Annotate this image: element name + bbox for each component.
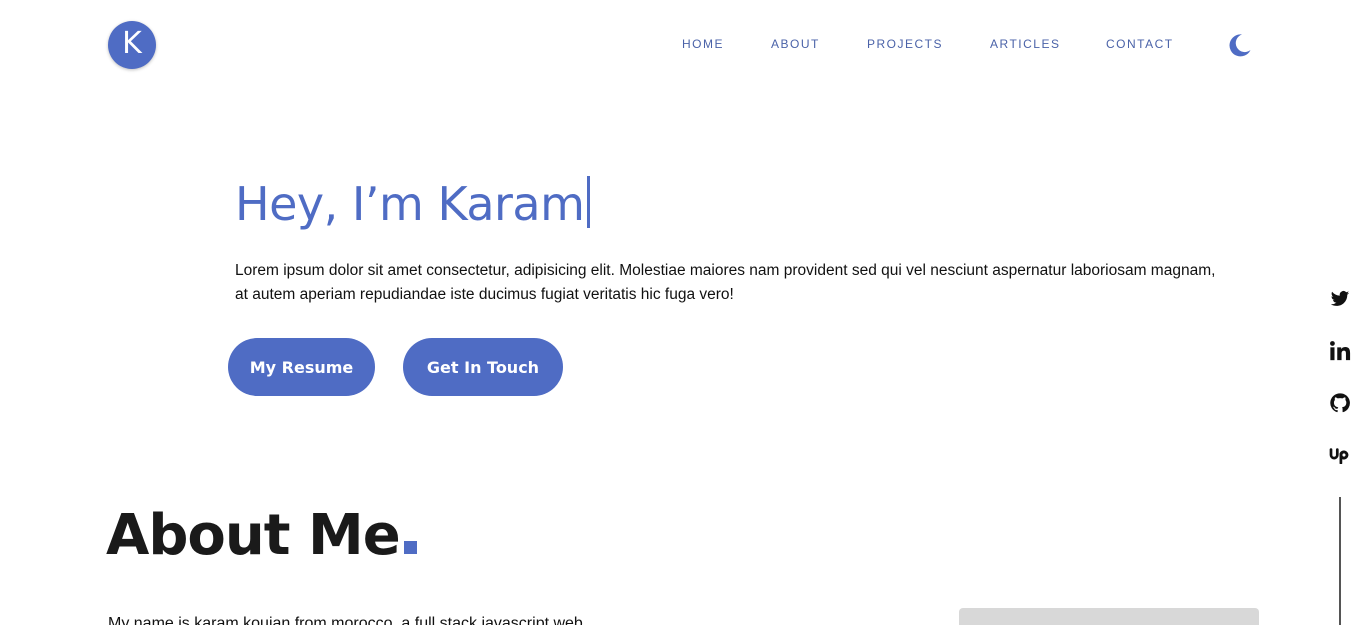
- linkedin-icon[interactable]: [1327, 338, 1353, 364]
- resume-button[interactable]: My Resume: [228, 338, 375, 396]
- nav-articles-link[interactable]: ARTICLES: [990, 37, 1060, 51]
- typing-caret: [587, 176, 591, 228]
- hero-title: Hey, I’m Karam: [235, 176, 591, 231]
- nav-home-link[interactable]: HOME: [682, 37, 724, 51]
- upwork-icon[interactable]: [1327, 442, 1353, 468]
- about-title-text: About Me: [106, 503, 401, 568]
- accent-dot: [403, 541, 417, 554]
- twitter-icon[interactable]: [1327, 286, 1353, 312]
- nav-projects-link[interactable]: PROJECTS: [867, 37, 943, 51]
- get-in-touch-button[interactable]: Get In Touch: [403, 338, 563, 396]
- about-title: About Me: [106, 503, 417, 568]
- hero-title-text: Hey, I’m Karam: [235, 177, 585, 231]
- github-icon[interactable]: [1327, 390, 1353, 416]
- about-intro: My name is karam koujan from morocco, a …: [108, 615, 583, 625]
- portfolio-page: K HOME ABOUT PROJECTS ARTICLES CONTACT H…: [0, 0, 1366, 625]
- nav-about-link[interactable]: ABOUT: [771, 37, 820, 51]
- hero-description: Lorem ipsum dolor sit amet consectetur, …: [235, 262, 1216, 303]
- nav-contact-link[interactable]: CONTACT: [1106, 37, 1174, 51]
- moon-icon[interactable]: [1228, 33, 1252, 57]
- main-nav: HOME ABOUT PROJECTS ARTICLES CONTACT: [0, 37, 1366, 53]
- profile-image: [959, 608, 1259, 625]
- social-divider-line: [1339, 497, 1341, 625]
